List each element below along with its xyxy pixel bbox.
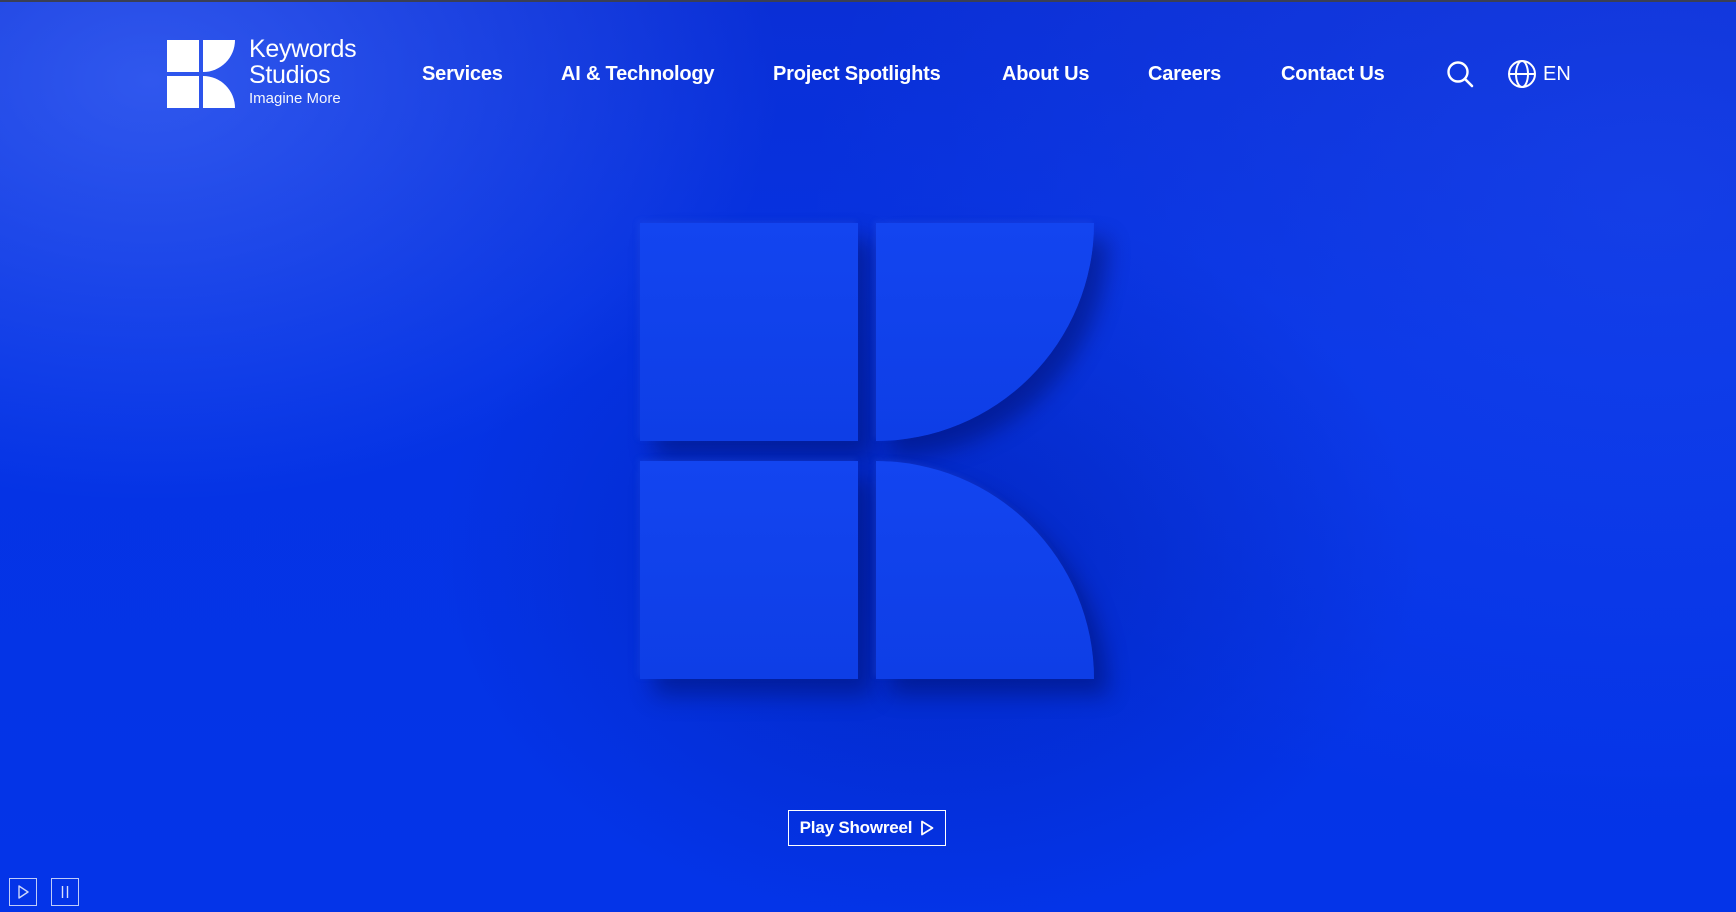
nav-item-ai-technology[interactable]: AI & Technology xyxy=(561,56,715,92)
hero-k-graphic xyxy=(630,215,1110,695)
search-button[interactable] xyxy=(1446,60,1474,88)
globe-icon xyxy=(1508,60,1536,88)
k-block-bottom-left xyxy=(640,461,858,679)
play-triangle-icon xyxy=(921,820,934,836)
play-showreel-button[interactable]: Play Showreel xyxy=(788,810,946,846)
search-icon xyxy=(1447,61,1474,88)
nav-item-services[interactable]: Services xyxy=(422,56,503,92)
nav-item-careers[interactable]: Careers xyxy=(1148,56,1221,92)
brand-tagline: Imagine More xyxy=(249,90,341,107)
k-block-top-right xyxy=(876,223,1094,441)
play-icon xyxy=(18,885,29,899)
site-logo[interactable]: Keywords Studios Imagine More xyxy=(167,36,367,112)
language-selector[interactable]: EN xyxy=(1507,58,1571,90)
nav-item-about-us[interactable]: About Us xyxy=(1002,56,1089,92)
site-header: Keywords Studios Imagine More Services A… xyxy=(0,0,1736,140)
keywords-k-logo-icon xyxy=(167,40,235,108)
showreel-label: Play Showreel xyxy=(799,818,913,837)
brand-name: Keywords Studios xyxy=(249,35,357,89)
video-pause-button[interactable] xyxy=(51,878,79,906)
k-block-top-left xyxy=(640,223,858,441)
k-block-bottom-right xyxy=(876,461,1094,679)
nav-item-contact-us[interactable]: Contact Us xyxy=(1281,56,1385,92)
video-play-button[interactable] xyxy=(9,878,37,906)
pause-icon xyxy=(61,886,69,898)
logo-wordmark: Keywords Studios Imagine More xyxy=(249,36,379,108)
nav-item-project-spotlights[interactable]: Project Spotlights xyxy=(773,56,941,92)
language-code: EN xyxy=(1543,62,1571,85)
